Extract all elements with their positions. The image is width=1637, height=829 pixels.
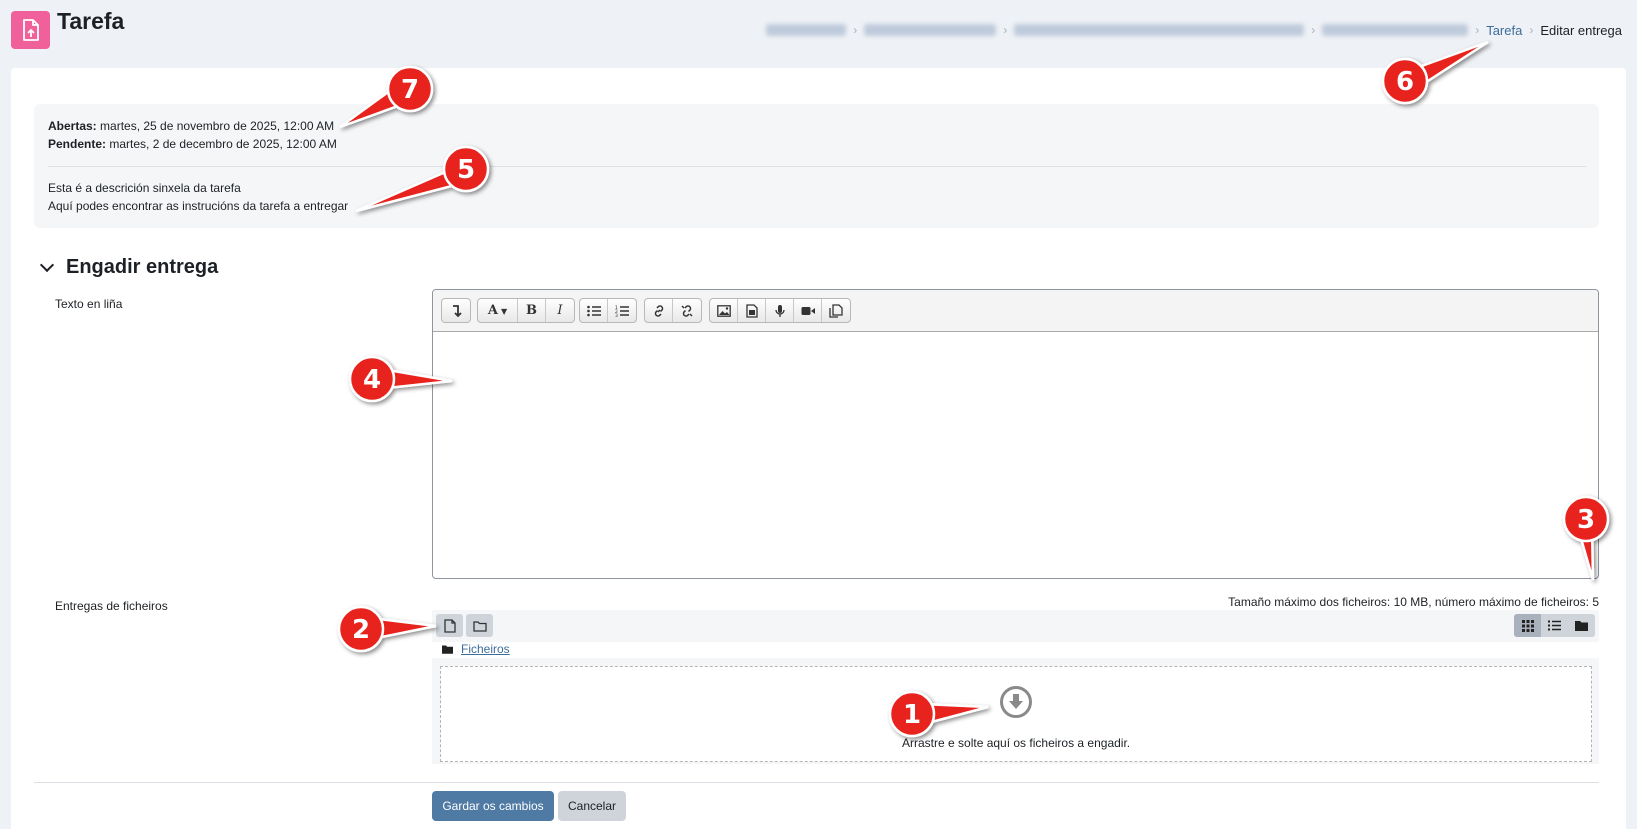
view-icons-button[interactable] xyxy=(1514,614,1541,637)
online-text-editor: A ▼ B I 123 xyxy=(432,289,1599,579)
chevron-right-icon: › xyxy=(853,23,858,37)
paragraph-styles-button[interactable]: A ▼ xyxy=(478,299,518,322)
record-audio-button[interactable] xyxy=(766,299,794,322)
divider xyxy=(48,166,1586,167)
breadcrumb-item-blurred[interactable] xyxy=(1322,24,1469,36)
section-title: Engadir entrega xyxy=(66,256,219,278)
file-limits-text: Tamaño máximo dos ficheiros: 10 MB, núme… xyxy=(1228,595,1599,609)
section-toggle[interactable]: Engadir entrega xyxy=(39,256,219,279)
view-mode-group xyxy=(1514,614,1595,637)
unordered-list-button[interactable] xyxy=(580,299,608,322)
list-icon xyxy=(1548,620,1561,631)
online-text-label: Texto en liña xyxy=(55,297,123,311)
insert-media-button[interactable] xyxy=(738,299,766,322)
due-label: Pendente: xyxy=(48,137,107,151)
file-submissions-label: Entregas de ficheiros xyxy=(55,599,168,613)
breadcrumb-link-assignment[interactable]: Tarefa xyxy=(1486,23,1522,38)
due-date: Pendente: martes, 2 de decembro de 2025,… xyxy=(48,137,337,151)
bullet-list-icon xyxy=(586,305,601,316)
file-manager-path: Ficheiros xyxy=(442,642,510,656)
link-icon xyxy=(654,304,663,317)
breadcrumb-item-blurred[interactable] xyxy=(766,24,847,36)
chevron-right-icon: › xyxy=(1003,23,1008,37)
editor-content-area[interactable] xyxy=(433,332,1598,578)
unlink-button[interactable] xyxy=(673,299,701,322)
microphone-icon xyxy=(774,304,785,317)
unlink-icon xyxy=(681,304,693,317)
toolbar-group-links xyxy=(644,298,702,323)
page-header: Tarefa › › › › Tarefa › Editar entrega xyxy=(0,0,1637,60)
numbered-list-icon: 123 xyxy=(615,305,629,317)
opened-value: martes, 25 de novembro de 2025, 12:00 AM xyxy=(100,119,335,133)
chevron-right-icon: › xyxy=(1529,23,1534,37)
view-list-button[interactable] xyxy=(1541,614,1568,637)
files-icon xyxy=(829,303,843,318)
image-icon xyxy=(716,304,731,317)
view-tree-button[interactable] xyxy=(1568,614,1595,637)
chevron-right-icon: › xyxy=(1475,23,1480,37)
link-button[interactable] xyxy=(645,299,673,322)
breadcrumb: › › › › Tarefa › Editar entrega xyxy=(766,20,1622,40)
cancel-button[interactable]: Cancelar xyxy=(558,791,626,821)
description-line-2: Aquí podes encontrar as instrucións da t… xyxy=(48,199,349,213)
toolbar-group-lists: 123 xyxy=(579,298,637,323)
italic-button[interactable]: I xyxy=(546,299,574,322)
toolbar-group-toggle xyxy=(441,298,471,323)
toolbar-group-style: A ▼ B I xyxy=(477,298,575,323)
manage-files-button[interactable] xyxy=(822,299,850,322)
save-changes-button[interactable]: Gardar os cambios xyxy=(432,791,554,821)
divider xyxy=(34,782,1599,783)
dropzone-text: Arrastre e solte aquí os ficheiros a eng… xyxy=(902,736,1131,750)
ordered-list-button[interactable]: 123 xyxy=(608,299,636,322)
add-file-button[interactable] xyxy=(436,614,463,637)
media-file-icon xyxy=(745,303,758,318)
record-video-button[interactable] xyxy=(794,299,822,322)
folder-icon xyxy=(442,645,453,654)
opened-date: Abertas: martes, 25 de novembro de 2025,… xyxy=(48,119,334,133)
chevron-down-icon xyxy=(39,257,55,273)
toolbar-group-media xyxy=(709,298,851,323)
folder-icon xyxy=(472,620,487,632)
download-arrow-icon xyxy=(1000,686,1032,718)
create-folder-button[interactable] xyxy=(466,614,493,637)
editor-toolbar: A ▼ B I 123 xyxy=(433,290,1598,332)
assignment-icon xyxy=(11,11,50,49)
breadcrumb-current: Editar entrega xyxy=(1540,22,1622,38)
due-value: martes, 2 de decembro de 2025, 12:00 AM xyxy=(109,137,337,151)
bold-button[interactable]: B xyxy=(518,299,546,322)
breadcrumb-item-blurred[interactable] xyxy=(1014,24,1305,36)
page-title: Tarefa xyxy=(57,8,125,34)
breadcrumb-item-blurred[interactable] xyxy=(864,24,997,36)
description-line-1: Esta é a descrición sinxela da tarefa xyxy=(48,181,241,195)
grid-icon xyxy=(1521,619,1534,632)
insert-image-button[interactable] xyxy=(710,299,738,322)
folder-tree-icon xyxy=(1575,621,1588,631)
opened-label: Abertas: xyxy=(48,119,97,133)
file-manager-toolbar xyxy=(432,610,1599,642)
chevron-right-icon: › xyxy=(1311,23,1316,37)
caret-down-icon: ▼ xyxy=(500,305,508,316)
path-link-files[interactable]: Ficheiros xyxy=(461,642,510,656)
show-more-buttons-button[interactable] xyxy=(442,299,470,322)
video-camera-icon xyxy=(801,306,815,315)
expand-toolbar-icon xyxy=(453,304,462,317)
svg-text:3: 3 xyxy=(615,313,618,317)
file-icon xyxy=(443,618,456,633)
